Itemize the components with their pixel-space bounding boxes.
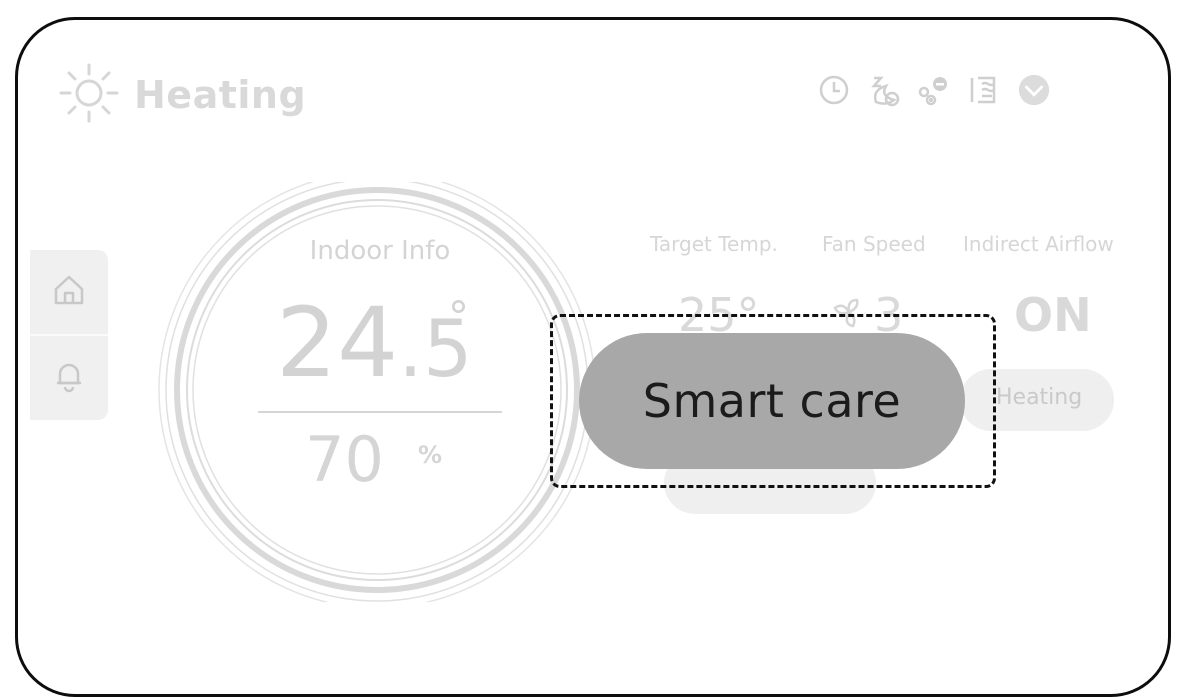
sleep-icon[interactable] [866, 72, 902, 108]
smart-care-button[interactable]: Smart care [579, 333, 965, 469]
target-temp-label: Target Temp. [650, 232, 778, 256]
top-toolbar [816, 72, 1052, 108]
indoor-info-label: Indoor Info [309, 236, 451, 266]
sidebar-item-notifications[interactable] [30, 336, 108, 420]
timer-icon[interactable] [816, 72, 852, 108]
airflow-icon[interactable] [966, 72, 1002, 108]
smart-care-label: Smart care [642, 374, 902, 428]
indoor-humidity: 70 [305, 423, 384, 496]
temp-unit: ° [448, 292, 469, 341]
side-nav [30, 250, 108, 420]
chevron-down-icon[interactable] [1016, 72, 1052, 108]
humidity-unit: % [418, 441, 443, 469]
bell-icon [52, 359, 86, 397]
fan-speed-label: Fan Speed [822, 232, 926, 256]
mode-pill-label: Heating [996, 385, 1083, 410]
mode-title: Heating [134, 73, 307, 117]
indirect-airflow-label: Indirect Airflow [963, 232, 1114, 256]
sidebar-item-home[interactable] [30, 250, 108, 334]
fan-adjust-icon[interactable] [916, 72, 952, 108]
indirect-airflow-value[interactable]: ON [1014, 285, 1092, 345]
home-icon [52, 273, 86, 311]
sun-icon [58, 62, 120, 128]
mode-header: Heating [58, 62, 306, 128]
temp-int: 24 [276, 287, 399, 399]
gauge-divider [258, 411, 502, 413]
